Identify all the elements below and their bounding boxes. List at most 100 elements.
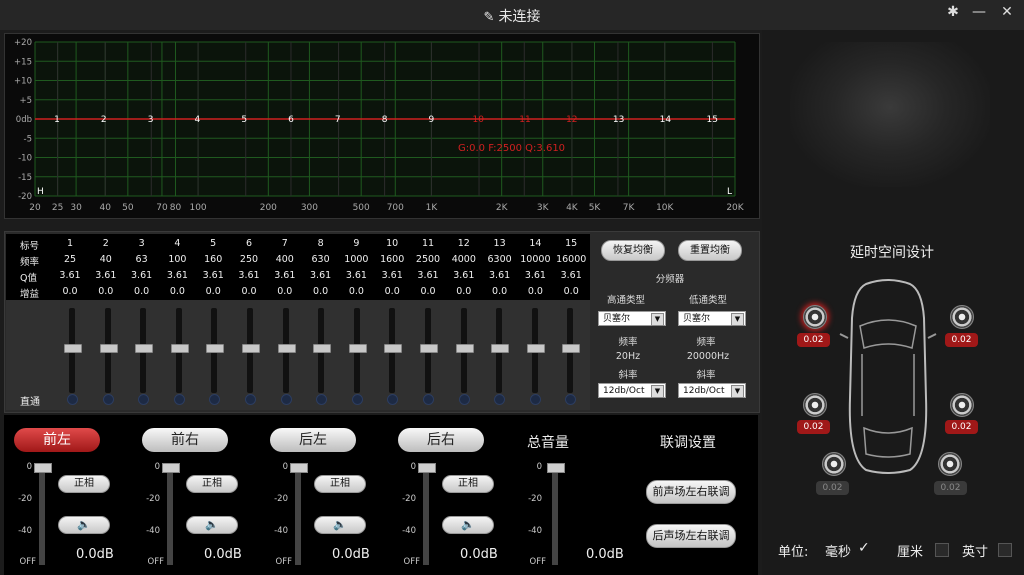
eq-cell-q[interactable]: 3.61	[231, 270, 267, 281]
master-volume-track[interactable]	[552, 465, 558, 565]
gear-icon[interactable]: ✱	[942, 4, 964, 24]
eq-cell-q[interactable]: 3.61	[410, 270, 446, 281]
eq-cell-q[interactable]: 3.61	[52, 270, 88, 281]
bypass-toggle[interactable]	[494, 394, 506, 405]
unit-cm-checkbox[interactable]	[935, 543, 949, 557]
eq-cell-gain[interactable]: 0.0	[231, 286, 267, 297]
eq-slider-knob[interactable]	[99, 344, 118, 353]
eq-slider-knob[interactable]	[206, 344, 225, 353]
channel-volume-track[interactable]	[295, 465, 301, 565]
eq-cell-freq[interactable]: 1000	[338, 254, 374, 265]
minimize-icon[interactable]: —	[968, 4, 990, 24]
eq-cell-gain[interactable]: 0.0	[410, 286, 446, 297]
eq-slider-knob[interactable]	[348, 344, 367, 353]
eq-slider-knob[interactable]	[242, 344, 260, 353]
speaker-icon[interactable]: 🔈	[58, 516, 110, 534]
delay-front-left[interactable]: 0.02	[797, 333, 830, 347]
eq-cell-gain[interactable]: 0.0	[482, 286, 518, 297]
delay-mid-left[interactable]: 0.02	[797, 420, 830, 434]
speaker-icon[interactable]	[803, 393, 827, 417]
eq-cell-freq[interactable]: 630	[303, 254, 339, 265]
eq-cell-gain[interactable]: 0.0	[338, 286, 374, 297]
lp-slope-select[interactable]: 12db/Oct ▼	[678, 383, 746, 398]
rear-link-button[interactable]: 后声场左右联调	[646, 524, 736, 548]
eq-cell-q[interactable]: 3.61	[88, 270, 124, 281]
hp-type-select[interactable]: 贝塞尔 ▼	[598, 311, 666, 326]
eq-cell-q[interactable]: 3.61	[124, 270, 160, 281]
eq-slider-knob[interactable]	[277, 344, 296, 353]
eq-cell-q[interactable]: 3.61	[482, 270, 518, 281]
check-icon[interactable]: ✓	[858, 540, 870, 556]
front-link-button[interactable]: 前声场左右联调	[646, 480, 736, 504]
speaker-icon[interactable]: 🔈	[314, 516, 366, 534]
speaker-icon[interactable]	[950, 393, 974, 417]
eq-cell-freq[interactable]: 16000	[553, 254, 589, 265]
eq-cell-freq[interactable]: 25	[52, 254, 88, 265]
eq-cell-freq[interactable]: 160	[195, 254, 231, 265]
eq-cell-freq[interactable]: 63	[124, 254, 160, 265]
bypass-toggle[interactable]	[529, 394, 541, 405]
eq-cell-q[interactable]: 3.61	[553, 270, 589, 281]
eq-cell-freq[interactable]: 2500	[410, 254, 446, 265]
eq-cell-freq[interactable]: 6300	[482, 254, 518, 265]
channel-button[interactable]: 后右	[398, 428, 484, 452]
eq-cell-gain[interactable]: 0.0	[195, 286, 231, 297]
eq-cell-q[interactable]: 3.61	[338, 270, 374, 281]
eq-cell-gain[interactable]: 0.0	[374, 286, 410, 297]
eq-cell-freq[interactable]: 100	[159, 254, 195, 265]
channel-volume-track[interactable]	[39, 465, 45, 565]
eq-slider-knob[interactable]	[455, 344, 474, 353]
restore-eq-button[interactable]: 恢复均衡	[601, 240, 665, 261]
eq-cell-gain[interactable]: 0.0	[517, 286, 553, 297]
bypass-toggle[interactable]	[173, 394, 185, 405]
bypass-toggle[interactable]	[138, 394, 150, 405]
bypass-toggle[interactable]	[245, 394, 256, 405]
eq-cell-freq[interactable]: 1600	[374, 254, 410, 265]
delay-mid-right[interactable]: 0.02	[945, 420, 978, 434]
eq-cell-gain[interactable]: 0.0	[159, 286, 195, 297]
unit-inch-checkbox[interactable]	[998, 543, 1012, 557]
eq-slider-knob[interactable]	[526, 344, 545, 353]
eq-cell-gain[interactable]: 0.0	[124, 286, 160, 297]
channel-volume-knob[interactable]	[290, 463, 308, 473]
bypass-toggle[interactable]	[565, 394, 577, 405]
bypass-toggle[interactable]	[458, 394, 470, 405]
speaker-icon[interactable]	[938, 452, 962, 476]
eq-cell-gain[interactable]: 0.0	[553, 286, 589, 297]
eq-slider-knob[interactable]	[562, 344, 581, 353]
bypass-toggle[interactable]	[67, 394, 78, 405]
eq-slider-knob[interactable]	[313, 344, 332, 353]
eq-slider-knob[interactable]	[135, 344, 154, 353]
channel-volume-knob[interactable]	[418, 463, 436, 473]
eq-cell-q[interactable]: 3.61	[446, 270, 482, 281]
speaker-icon[interactable]	[822, 452, 846, 476]
bypass-toggle[interactable]	[316, 394, 328, 405]
bypass-toggle[interactable]	[102, 394, 114, 405]
eq-slider-knob[interactable]	[420, 344, 438, 353]
delay-front-right[interactable]: 0.02	[945, 333, 978, 347]
eq-cell-gain[interactable]: 0.0	[88, 286, 124, 297]
close-icon[interactable]: ✕	[996, 4, 1018, 24]
bypass-toggle[interactable]	[387, 394, 399, 405]
master-volume-knob[interactable]	[547, 463, 565, 473]
channel-button[interactable]: 后左	[270, 428, 356, 452]
reset-eq-button[interactable]: 重置均衡	[678, 240, 742, 261]
hp-slope-select[interactable]: 12db/Oct ▼	[598, 383, 666, 398]
channel-volume-track[interactable]	[167, 465, 173, 565]
eq-cell-freq[interactable]: 10000	[517, 254, 553, 265]
speaker-icon[interactable]	[950, 305, 974, 329]
lp-type-select[interactable]: 贝塞尔 ▼	[678, 311, 746, 326]
eq-slider-knob[interactable]	[491, 344, 510, 353]
bypass-toggle[interactable]	[280, 394, 292, 405]
eq-cell-freq[interactable]: 400	[267, 254, 303, 265]
speaker-icon[interactable]	[803, 305, 827, 329]
eq-cell-gain[interactable]: 0.0	[52, 286, 88, 297]
eq-slider-knob[interactable]	[64, 344, 82, 353]
eq-cell-q[interactable]: 3.61	[374, 270, 410, 281]
eq-cell-gain[interactable]: 0.0	[267, 286, 303, 297]
eq-cell-q[interactable]: 3.61	[303, 270, 339, 281]
eq-cell-q[interactable]: 3.61	[517, 270, 553, 281]
bypass-toggle[interactable]	[209, 394, 221, 405]
channel-volume-knob[interactable]	[34, 463, 52, 473]
eq-cell-q[interactable]: 3.61	[159, 270, 195, 281]
